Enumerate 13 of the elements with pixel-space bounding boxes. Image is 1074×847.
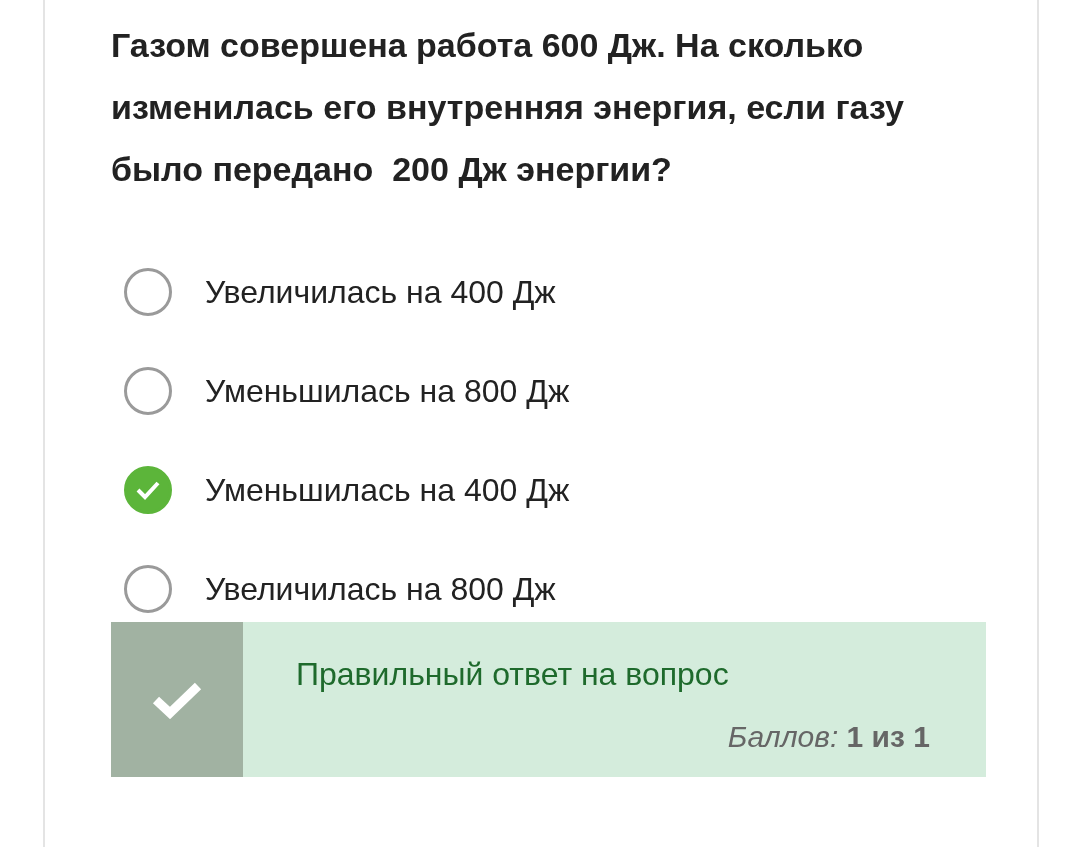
radio-button[interactable] (124, 465, 172, 514)
question-text: Газом совершена работа 600 Дж. На сколько изменилась его внутренняя энергия, если газу было передано 200 Дж энергии? (111, 25, 905, 190)
radio-button[interactable] (124, 267, 172, 316)
feedback-message: Правильный ответ на вопрос (296, 655, 730, 694)
radio-button[interactable] (124, 366, 172, 415)
option-label: Уменьшилась на 800 Дж (205, 371, 570, 411)
option-label: Увеличилась на 400 Дж (205, 272, 556, 312)
score-text: Баллов: 1 из 1 (727, 719, 930, 755)
check-icon (136, 479, 160, 500)
check-icon (152, 680, 202, 719)
radio-button[interactable] (124, 564, 172, 613)
option-label: Увеличилась на 800 Дж (205, 569, 556, 609)
option-label: Уменьшилась на 400 Дж (205, 470, 570, 510)
